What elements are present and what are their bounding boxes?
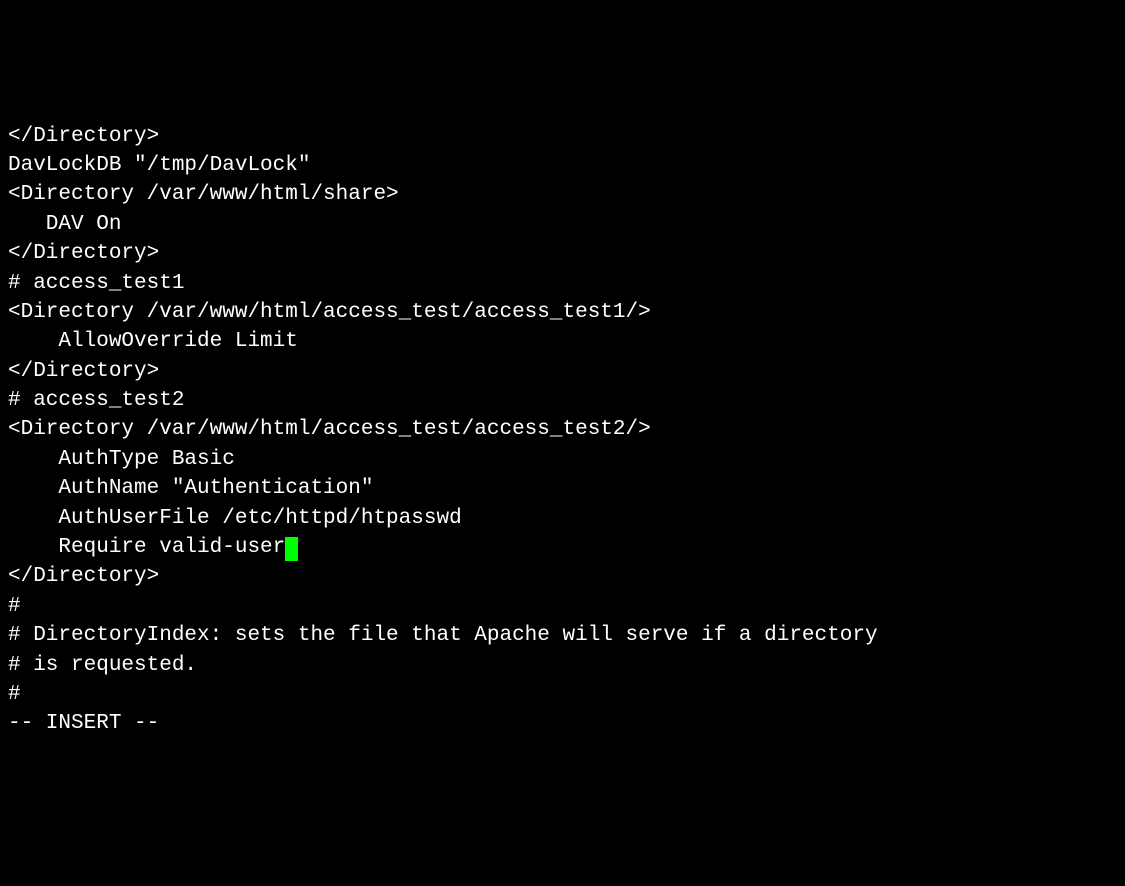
config-line: DavLockDB "/tmp/DavLock" xyxy=(8,151,1117,180)
config-line: # access_test1 xyxy=(8,269,1117,298)
config-line: AuthUserFile /etc/httpd/htpasswd xyxy=(8,504,1117,533)
config-line: <Directory /var/www/html/access_test/acc… xyxy=(8,298,1117,327)
config-line: </Directory> xyxy=(8,239,1117,268)
config-line: </Directory> xyxy=(8,122,1117,151)
vim-status-line: -- INSERT -- xyxy=(8,709,1117,738)
config-line: AllowOverride Limit xyxy=(8,327,1117,356)
config-line-cursor: Require valid-user xyxy=(8,533,1117,562)
config-line: <Directory /var/www/html/share> xyxy=(8,180,1117,209)
config-line: AuthType Basic xyxy=(8,445,1117,474)
config-line: <Directory /var/www/html/access_test/acc… xyxy=(8,415,1117,444)
config-line: # DirectoryIndex: sets the file that Apa… xyxy=(8,621,1117,650)
config-line: # is requested. xyxy=(8,651,1117,680)
config-line: AuthName "Authentication" xyxy=(8,474,1117,503)
config-line: # access_test2 xyxy=(8,386,1117,415)
terminal-editor[interactable]: </Directory>DavLockDB "/tmp/DavLock"<Dir… xyxy=(8,122,1117,739)
cursor-icon xyxy=(285,537,298,561)
config-line: </Directory> xyxy=(8,562,1117,591)
config-line: # xyxy=(8,592,1117,621)
config-text: Require valid-user xyxy=(8,536,285,559)
config-line: # xyxy=(8,680,1117,709)
config-line: DAV On xyxy=(8,210,1117,239)
config-line: </Directory> xyxy=(8,357,1117,386)
